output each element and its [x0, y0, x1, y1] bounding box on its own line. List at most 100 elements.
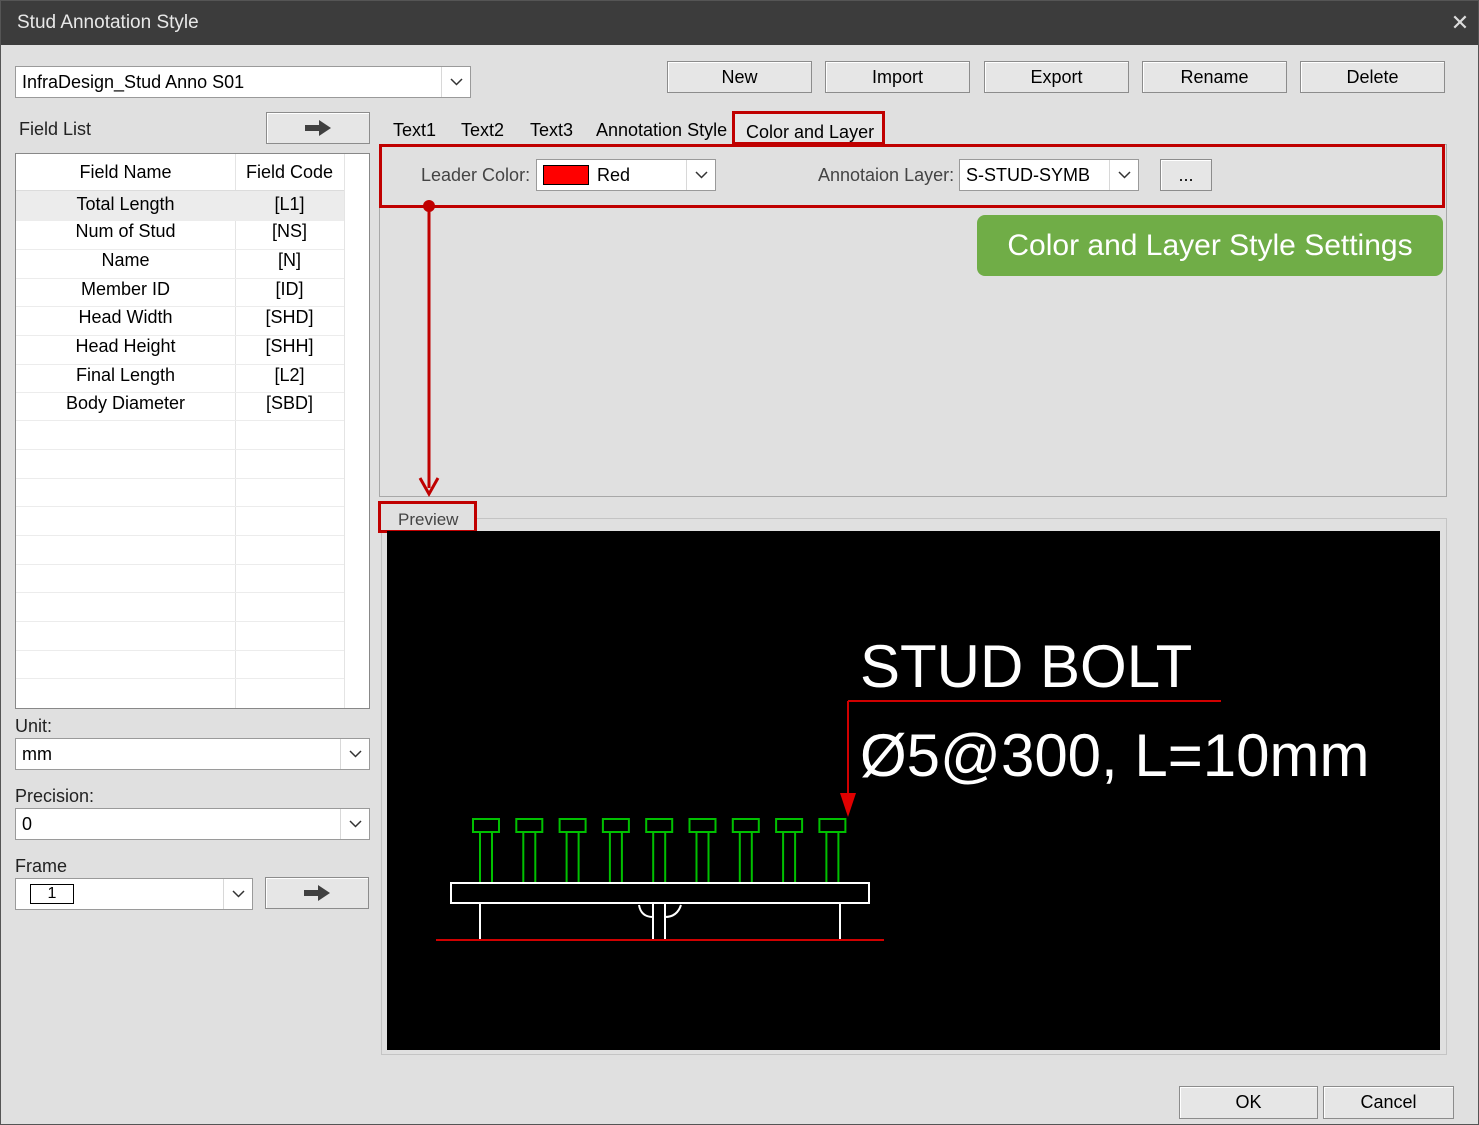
stud-head	[775, 818, 804, 833]
leader-arrowhead	[840, 793, 856, 817]
field-name-cell: Body Diameter	[65, 393, 186, 413]
field-name-cell: Member ID	[80, 279, 170, 299]
stud-body	[565, 831, 580, 884]
stud-body	[522, 831, 537, 884]
chevron-down-icon[interactable]	[340, 739, 369, 769]
field-code-cell: [NS]	[271, 221, 307, 241]
new-button[interactable]: New	[667, 61, 812, 93]
stud-head	[731, 818, 760, 833]
preview-title-text: STUD BOLT	[860, 633, 1192, 700]
ok-button[interactable]: OK	[1179, 1086, 1318, 1119]
tab-annotation-style[interactable]: Annotation Style	[596, 120, 727, 141]
stud-group	[472, 818, 847, 884]
chevron-down-icon[interactable]	[1109, 160, 1138, 190]
table-row[interactable]: Name [N]	[16, 250, 344, 279]
stud-head	[645, 818, 674, 833]
leader-color-label: Leader Color:	[421, 165, 531, 185]
table-row[interactable]: Body Diameter [SBD]	[16, 393, 344, 422]
unit-combo[interactable]: mm	[15, 738, 370, 770]
cancel-button[interactable]: Cancel	[1323, 1086, 1454, 1119]
import-button[interactable]: Import	[825, 61, 970, 93]
tab-color-and-layer-label: Color and Layer	[746, 122, 875, 142]
stud-body	[738, 831, 753, 884]
chevron-down-icon[interactable]	[223, 879, 252, 909]
preview-spec-text: Ø5@300, L=10mm	[860, 722, 1370, 789]
stud-annotation-style-dialog: Stud Annotation Style ✕ InfraDesign_Stud…	[0, 0, 1479, 1125]
annotation-layer-value: S-STUD-SYMB	[966, 164, 1091, 185]
delete-button[interactable]: Delete	[1300, 61, 1445, 93]
apply-frame-button[interactable]	[265, 877, 369, 909]
table-row[interactable]: Num of Stud [NS]	[16, 221, 344, 250]
arrow-right-icon	[304, 885, 330, 901]
tab-text2[interactable]: Text2	[461, 120, 504, 141]
preview-canvas: STUD BOLT Ø5@300, L=10mm	[387, 531, 1440, 1050]
field-code-cell: [SHH]	[265, 336, 314, 356]
field-name-header[interactable]: Field Name	[16, 162, 235, 191]
web-fillet	[638, 904, 682, 918]
table-row[interactable]: Final Length [L2]	[16, 365, 344, 394]
field-name-cell: Head Height	[75, 336, 176, 356]
table-header: Field Name Field Code	[16, 162, 344, 191]
frame-value: 1	[30, 884, 74, 904]
stud-body	[825, 831, 840, 884]
stud-head	[818, 818, 847, 833]
stud-head	[688, 818, 717, 833]
stud-head	[472, 818, 500, 833]
table-row[interactable]: Total Length [L1]	[16, 191, 344, 220]
tab-text1[interactable]: Text1	[393, 120, 436, 141]
table-row[interactable]: Head Width [SHD]	[16, 307, 344, 336]
style-name-value: InfraDesign_Stud Anno S01	[22, 71, 245, 92]
chevron-down-icon[interactable]	[340, 809, 369, 839]
frame-label: Frame	[15, 856, 68, 876]
tab-color-and-layer[interactable]: Color and Layer	[732, 111, 885, 145]
field-list-table[interactable]: Field Name Field Code Total Length [L1] …	[15, 153, 370, 709]
arrow-right-icon	[305, 120, 331, 136]
precision-combo[interactable]: 0	[15, 808, 370, 840]
precision-label: Precision:	[15, 786, 95, 806]
field-list-label: Field List	[19, 119, 92, 139]
leader-color-combo[interactable]: Red	[536, 159, 716, 191]
field-code-cell: [SHD]	[265, 307, 314, 327]
chevron-down-icon[interactable]	[441, 67, 470, 97]
field-code-header[interactable]: Field Code	[235, 162, 344, 191]
export-button[interactable]: Export	[984, 61, 1129, 93]
annotation-layer-label: Annotaion Layer:	[818, 165, 955, 185]
stud-head	[515, 818, 544, 833]
field-code-cell: [L2]	[274, 365, 305, 385]
table-row[interactable]: Head Height [SHH]	[16, 336, 344, 365]
unit-value: mm	[22, 743, 52, 764]
chevron-down-icon[interactable]	[686, 160, 715, 190]
insert-field-button[interactable]	[266, 112, 370, 144]
frame-combo[interactable]: 1	[15, 878, 253, 910]
unit-label: Unit:	[15, 716, 53, 736]
color-layer-callout: Color and Layer Style Settings	[977, 215, 1443, 276]
flange-plate	[450, 882, 870, 904]
tab-text3[interactable]: Text3	[530, 120, 573, 141]
layer-browse-button[interactable]: ...	[1160, 159, 1212, 191]
stud-body	[695, 831, 710, 884]
preview-label-box: Preview	[378, 501, 477, 533]
style-name-combo[interactable]: InfraDesign_Stud Anno S01	[15, 66, 471, 98]
rename-button[interactable]: Rename	[1142, 61, 1287, 93]
stud-body	[608, 831, 623, 884]
preview-drawing: STUD BOLT Ø5@300, L=10mm	[436, 633, 1370, 941]
field-code-cell: [SBD]	[265, 393, 313, 413]
close-icon[interactable]: ✕	[1445, 7, 1475, 39]
field-name-cell: Total Length	[76, 194, 175, 214]
stud-head	[601, 818, 630, 833]
field-name-cell: Head Width	[78, 307, 173, 327]
window-title: Stud Annotation Style	[17, 12, 199, 33]
preview-label: Preview	[398, 510, 459, 529]
stud-head	[558, 818, 587, 833]
precision-value: 0	[22, 813, 33, 834]
field-code-cell: [ID]	[275, 279, 304, 299]
stud-body	[652, 831, 667, 884]
stud-body	[479, 831, 493, 884]
title-bar	[1, 1, 1478, 45]
field-name-cell: Name	[101, 250, 150, 270]
field-code-cell: [N]	[277, 250, 301, 270]
annotation-layer-combo[interactable]: S-STUD-SYMB	[959, 159, 1139, 191]
table-row[interactable]: Member ID [ID]	[16, 279, 344, 308]
stud-body	[782, 831, 797, 884]
field-code-cell: [L1]	[274, 194, 305, 214]
